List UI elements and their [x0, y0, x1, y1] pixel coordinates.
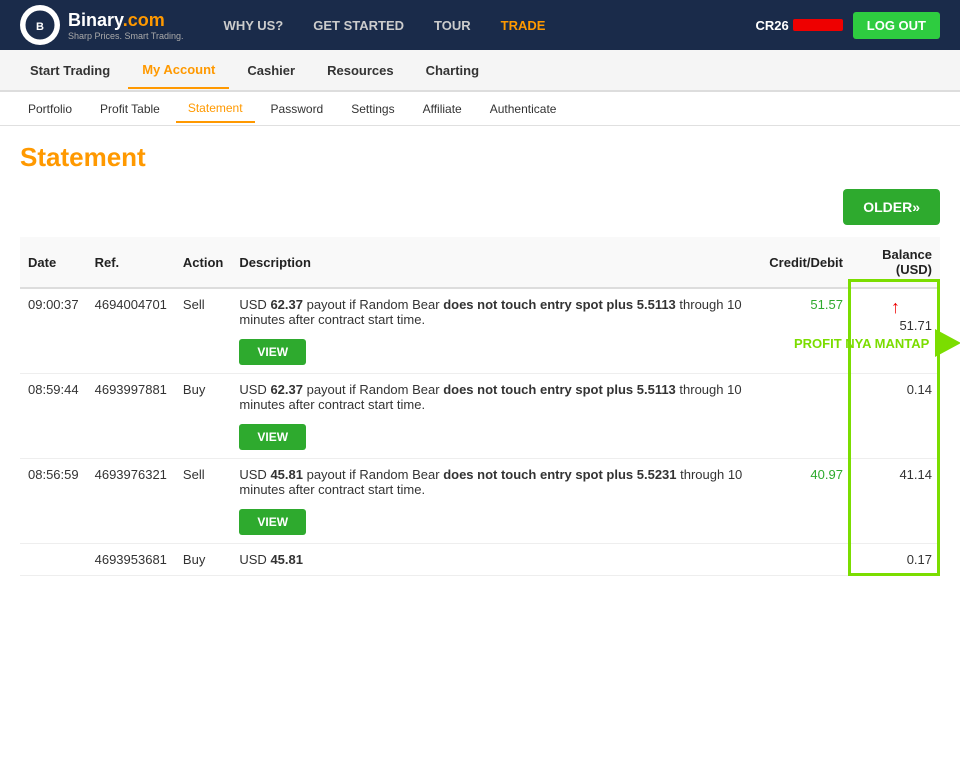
- logo-area: B Binary.com Sharp Prices. Smart Trading…: [20, 5, 184, 45]
- cell-date: 08:56:59: [20, 459, 87, 544]
- cell-date: 08:59:44: [20, 374, 87, 459]
- nav-trade[interactable]: TRADE: [501, 18, 546, 33]
- logo-circle: B: [20, 5, 60, 45]
- statement-table: Date Ref. Action Description Credit/Debi…: [20, 237, 940, 576]
- sub-nav: Portfolio Profit Table Statement Passwor…: [0, 92, 960, 126]
- top-header: B Binary.com Sharp Prices. Smart Trading…: [0, 0, 960, 50]
- older-button[interactable]: OLDER»: [843, 189, 940, 225]
- svg-text:B: B: [36, 21, 44, 33]
- cell-ref: 4694004701: [87, 288, 175, 374]
- table-row: 08:56:59 4693976321 Sell USD 45.81 payou…: [20, 459, 940, 544]
- desc-text: USD 45.81: [239, 552, 753, 567]
- top-nav: WHY US? GET STARTED TOUR TRADE: [224, 18, 756, 33]
- cell-balance: 41.14: [851, 459, 940, 544]
- sub-nav-settings[interactable]: Settings: [339, 96, 406, 122]
- main-nav-my-account[interactable]: My Account: [128, 52, 229, 89]
- cell-ref: 4693953681: [87, 544, 175, 576]
- col-header-balance: Balance (USD): [851, 237, 940, 288]
- top-controls: OLDER»: [20, 189, 940, 225]
- page-content: Statement OLDER» Date Ref. Action Descri…: [0, 126, 960, 592]
- cell-action: Sell: [175, 288, 231, 374]
- cell-ref: 4693997881: [87, 374, 175, 459]
- desc-text: USD 62.37 payout if Random Bear does not…: [239, 382, 753, 412]
- col-header-ref: Ref.: [87, 237, 175, 288]
- sub-nav-portfolio[interactable]: Portfolio: [16, 96, 84, 122]
- sub-nav-password[interactable]: Password: [259, 96, 336, 122]
- account-id-text: CR26: [756, 18, 789, 33]
- col-header-description: Description: [231, 237, 761, 288]
- view-btn-wrap: VIEW: [239, 418, 753, 450]
- view-button-3[interactable]: VIEW: [239, 509, 306, 535]
- table-row: 09:00:37 4694004701 Sell USD 62.37 payou…: [20, 288, 940, 374]
- cell-action: Buy: [175, 374, 231, 459]
- cell-balance: ↑ 51.71: [851, 288, 940, 374]
- sub-nav-statement[interactable]: Statement: [176, 95, 255, 123]
- cell-description: USD 62.37 payout if Random Bear does not…: [231, 288, 761, 374]
- sub-nav-profit-table[interactable]: Profit Table: [88, 96, 172, 122]
- view-button-2[interactable]: VIEW: [239, 424, 306, 450]
- cell-date: [20, 544, 87, 576]
- cell-credit: [761, 374, 851, 459]
- view-btn-wrap: VIEW: [239, 503, 753, 535]
- main-nav-cashier[interactable]: Cashier: [233, 53, 309, 88]
- main-nav: Start Trading My Account Cashier Resourc…: [0, 50, 960, 92]
- cell-balance: 0.17: [851, 544, 940, 576]
- cell-date: 09:00:37: [20, 288, 87, 374]
- main-nav-charting[interactable]: Charting: [412, 53, 493, 88]
- table-wrapper: Date Ref. Action Description Credit/Debi…: [20, 237, 940, 576]
- col-header-action: Action: [175, 237, 231, 288]
- tagline: Sharp Prices. Smart Trading.: [68, 31, 184, 41]
- account-id: CR26: [756, 18, 843, 33]
- logout-button[interactable]: LOG OUT: [853, 12, 940, 39]
- cell-description: USD 45.81 payout if Random Bear does not…: [231, 459, 761, 544]
- main-nav-resources[interactable]: Resources: [313, 53, 407, 88]
- cell-action: Buy: [175, 544, 231, 576]
- cell-ref: 4693976321: [87, 459, 175, 544]
- main-nav-start-trading[interactable]: Start Trading: [16, 53, 124, 88]
- table-header-row: Date Ref. Action Description Credit/Debi…: [20, 237, 940, 288]
- col-header-date: Date: [20, 237, 87, 288]
- brand-tld: .com: [123, 10, 165, 30]
- account-bar: [793, 19, 843, 31]
- table-row: 08:59:44 4693997881 Buy USD 62.37 payout…: [20, 374, 940, 459]
- sub-nav-authenticate[interactable]: Authenticate: [478, 96, 569, 122]
- page-title: Statement: [20, 142, 940, 173]
- nav-get-started[interactable]: GET STARTED: [313, 18, 404, 33]
- cell-credit: [761, 544, 851, 576]
- nav-tour[interactable]: TOUR: [434, 18, 471, 33]
- table-row: 4693953681 Buy USD 45.81 0.17: [20, 544, 940, 576]
- cell-credit: 40.97: [761, 459, 851, 544]
- cell-action: Sell: [175, 459, 231, 544]
- view-button-1[interactable]: VIEW: [239, 339, 306, 365]
- desc-text: USD 62.37 payout if Random Bear does not…: [239, 297, 753, 327]
- desc-text: USD 45.81 payout if Random Bear does not…: [239, 467, 753, 497]
- view-btn-wrap: VIEW: [239, 333, 753, 365]
- header-right: CR26 LOG OUT: [756, 12, 940, 39]
- sub-nav-affiliate[interactable]: Affiliate: [411, 96, 474, 122]
- logo-text: Binary.com Sharp Prices. Smart Trading.: [68, 10, 184, 41]
- brand-name: Binary.com: [68, 10, 184, 31]
- cell-balance: 0.14: [851, 374, 940, 459]
- col-header-credit: Credit/Debit: [761, 237, 851, 288]
- cell-description: USD 45.81: [231, 544, 761, 576]
- cell-description: USD 62.37 payout if Random Bear does not…: [231, 374, 761, 459]
- nav-why-us[interactable]: WHY US?: [224, 18, 284, 33]
